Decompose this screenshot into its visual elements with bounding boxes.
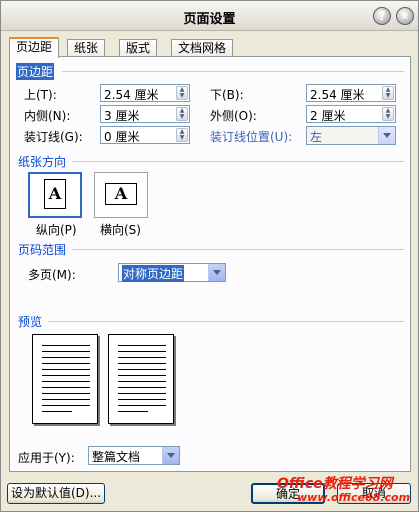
tab-layout[interactable]: 版式 bbox=[119, 39, 158, 57]
close-button[interactable]: ✕ bbox=[396, 7, 414, 25]
portrait-button[interactable]: A bbox=[28, 172, 82, 218]
preview-text-line bbox=[42, 399, 90, 400]
dialog-title: 页面设置 bbox=[183, 12, 236, 27]
landscape-button[interactable]: A bbox=[94, 172, 148, 218]
portrait-page-icon: A bbox=[44, 179, 66, 209]
preview-text-line bbox=[42, 363, 90, 364]
gutter-spinner[interactable]: 0 厘米 ▲ ▼ bbox=[100, 126, 190, 144]
help-button[interactable]: ? bbox=[373, 7, 391, 25]
preview-text-line bbox=[118, 399, 166, 400]
inside-margin-spinner[interactable]: 3 厘米 ▲ ▼ bbox=[100, 105, 190, 123]
watermark-url: www.office68.com bbox=[297, 491, 411, 504]
apply-to-select[interactable]: 整篇文档 bbox=[88, 446, 180, 465]
close-icon: ✕ bbox=[400, 12, 410, 23]
gutter-value: 0 厘米 bbox=[104, 130, 140, 144]
top-margin-spinner[interactable]: 2.54 厘米 ▲ ▼ bbox=[100, 84, 190, 102]
gutter-position-select[interactable]: 左 bbox=[306, 126, 396, 145]
preview-text-line bbox=[118, 381, 166, 382]
preview-text-line bbox=[42, 375, 90, 376]
bottom-margin-value: 2.54 厘米 bbox=[310, 88, 365, 102]
preview-text-line bbox=[118, 375, 166, 376]
preview-text-line bbox=[42, 411, 72, 412]
multiple-pages-select[interactable]: 对称页边距 bbox=[118, 263, 226, 282]
top-margin-value: 2.54 厘米 bbox=[104, 88, 159, 102]
help-icon: ? bbox=[378, 9, 386, 23]
preview-text-line bbox=[118, 393, 166, 394]
pages-section-title: 页码范围 bbox=[18, 243, 67, 257]
orientation-section-title: 纸张方向 bbox=[18, 155, 67, 169]
pages-divider bbox=[72, 249, 404, 250]
apply-to-value: 整篇文档 bbox=[92, 450, 141, 464]
spin-arrows-icon[interactable]: ▲ ▼ bbox=[176, 128, 188, 142]
tab-margins[interactable]: 页边距 bbox=[9, 37, 60, 58]
preview-text-line bbox=[118, 411, 148, 412]
multiple-pages-label: 多页(M): bbox=[28, 268, 76, 282]
preview-section-title: 预览 bbox=[18, 315, 43, 329]
multiple-pages-value: 对称页边距 bbox=[122, 265, 185, 282]
spin-arrows-icon[interactable]: ▲ ▼ bbox=[176, 86, 188, 100]
orientation-divider bbox=[72, 161, 404, 162]
tab-panel: 页边距 上(T): 2.54 厘米 ▲ ▼ 下(B): 2.54 厘米 ▲ ▼ 内侧… bbox=[9, 56, 411, 472]
inside-margin-value: 3 厘米 bbox=[104, 109, 140, 123]
margins-divider bbox=[62, 71, 404, 72]
top-margin-label: 上(T): bbox=[24, 88, 57, 102]
preview-text-line bbox=[118, 363, 166, 364]
chevron-down-icon[interactable] bbox=[208, 264, 225, 281]
outside-margin-spinner[interactable]: 2 厘米 ▲ ▼ bbox=[306, 105, 396, 123]
bottom-margin-spinner[interactable]: 2.54 厘米 ▲ ▼ bbox=[306, 84, 396, 102]
outside-margin-label: 外侧(O): bbox=[210, 109, 257, 123]
inside-margin-label: 内侧(N): bbox=[24, 109, 71, 123]
outside-margin-value: 2 厘米 bbox=[310, 109, 346, 123]
preview-text-line bbox=[42, 351, 90, 352]
preview-text-line bbox=[118, 357, 166, 358]
page-setup-dialog: 页面设置 ? ✕ 页边距 纸张 版式 文档网格 页边距 上(T): 2.54 厘… bbox=[0, 0, 419, 512]
chevron-down-icon[interactable] bbox=[378, 127, 395, 144]
preview-text-line bbox=[118, 405, 166, 406]
landscape-page-icon: A bbox=[105, 183, 137, 205]
preview-text-line bbox=[42, 405, 90, 406]
preview-text-line bbox=[42, 357, 90, 358]
portrait-label: 纵向(P) bbox=[36, 223, 77, 237]
bottom-margin-label: 下(B): bbox=[210, 88, 244, 102]
preview-text-line bbox=[42, 381, 90, 382]
watermark-title: Office教程学习网 bbox=[277, 476, 393, 492]
tab-document-grid[interactable]: 文档网格 bbox=[171, 39, 234, 57]
title-bar: 页面设置 ? ✕ bbox=[1, 1, 418, 31]
preview-divider bbox=[48, 321, 404, 322]
preview-page-left bbox=[32, 334, 98, 424]
gutter-label: 装订线(G): bbox=[24, 130, 83, 144]
spin-arrows-icon[interactable]: ▲ ▼ bbox=[382, 86, 394, 100]
preview-text-line bbox=[42, 393, 90, 394]
preview-text-line bbox=[118, 387, 166, 388]
apply-to-label: 应用于(Y): bbox=[18, 451, 75, 465]
set-default-button[interactable]: 设为默认值(D)... bbox=[7, 483, 105, 504]
spin-arrows-icon[interactable]: ▲ ▼ bbox=[176, 107, 188, 121]
preview-text-line bbox=[118, 345, 166, 346]
gutter-position-value: 左 bbox=[310, 130, 323, 144]
preview-text-line bbox=[42, 369, 90, 370]
preview-page-right bbox=[108, 334, 174, 424]
landscape-label: 横向(S) bbox=[100, 223, 141, 237]
preview-text-line bbox=[42, 345, 90, 346]
gutter-position-label: 装订线位置(U): bbox=[210, 130, 293, 144]
preview-text-line bbox=[118, 369, 166, 370]
spin-arrows-icon[interactable]: ▲ ▼ bbox=[382, 107, 394, 121]
preview-text-line bbox=[118, 351, 166, 352]
tab-paper[interactable]: 纸张 bbox=[67, 39, 106, 57]
preview-text-line bbox=[42, 387, 90, 388]
margins-section-title: 页边距 bbox=[16, 63, 55, 80]
chevron-down-icon[interactable] bbox=[162, 447, 179, 464]
